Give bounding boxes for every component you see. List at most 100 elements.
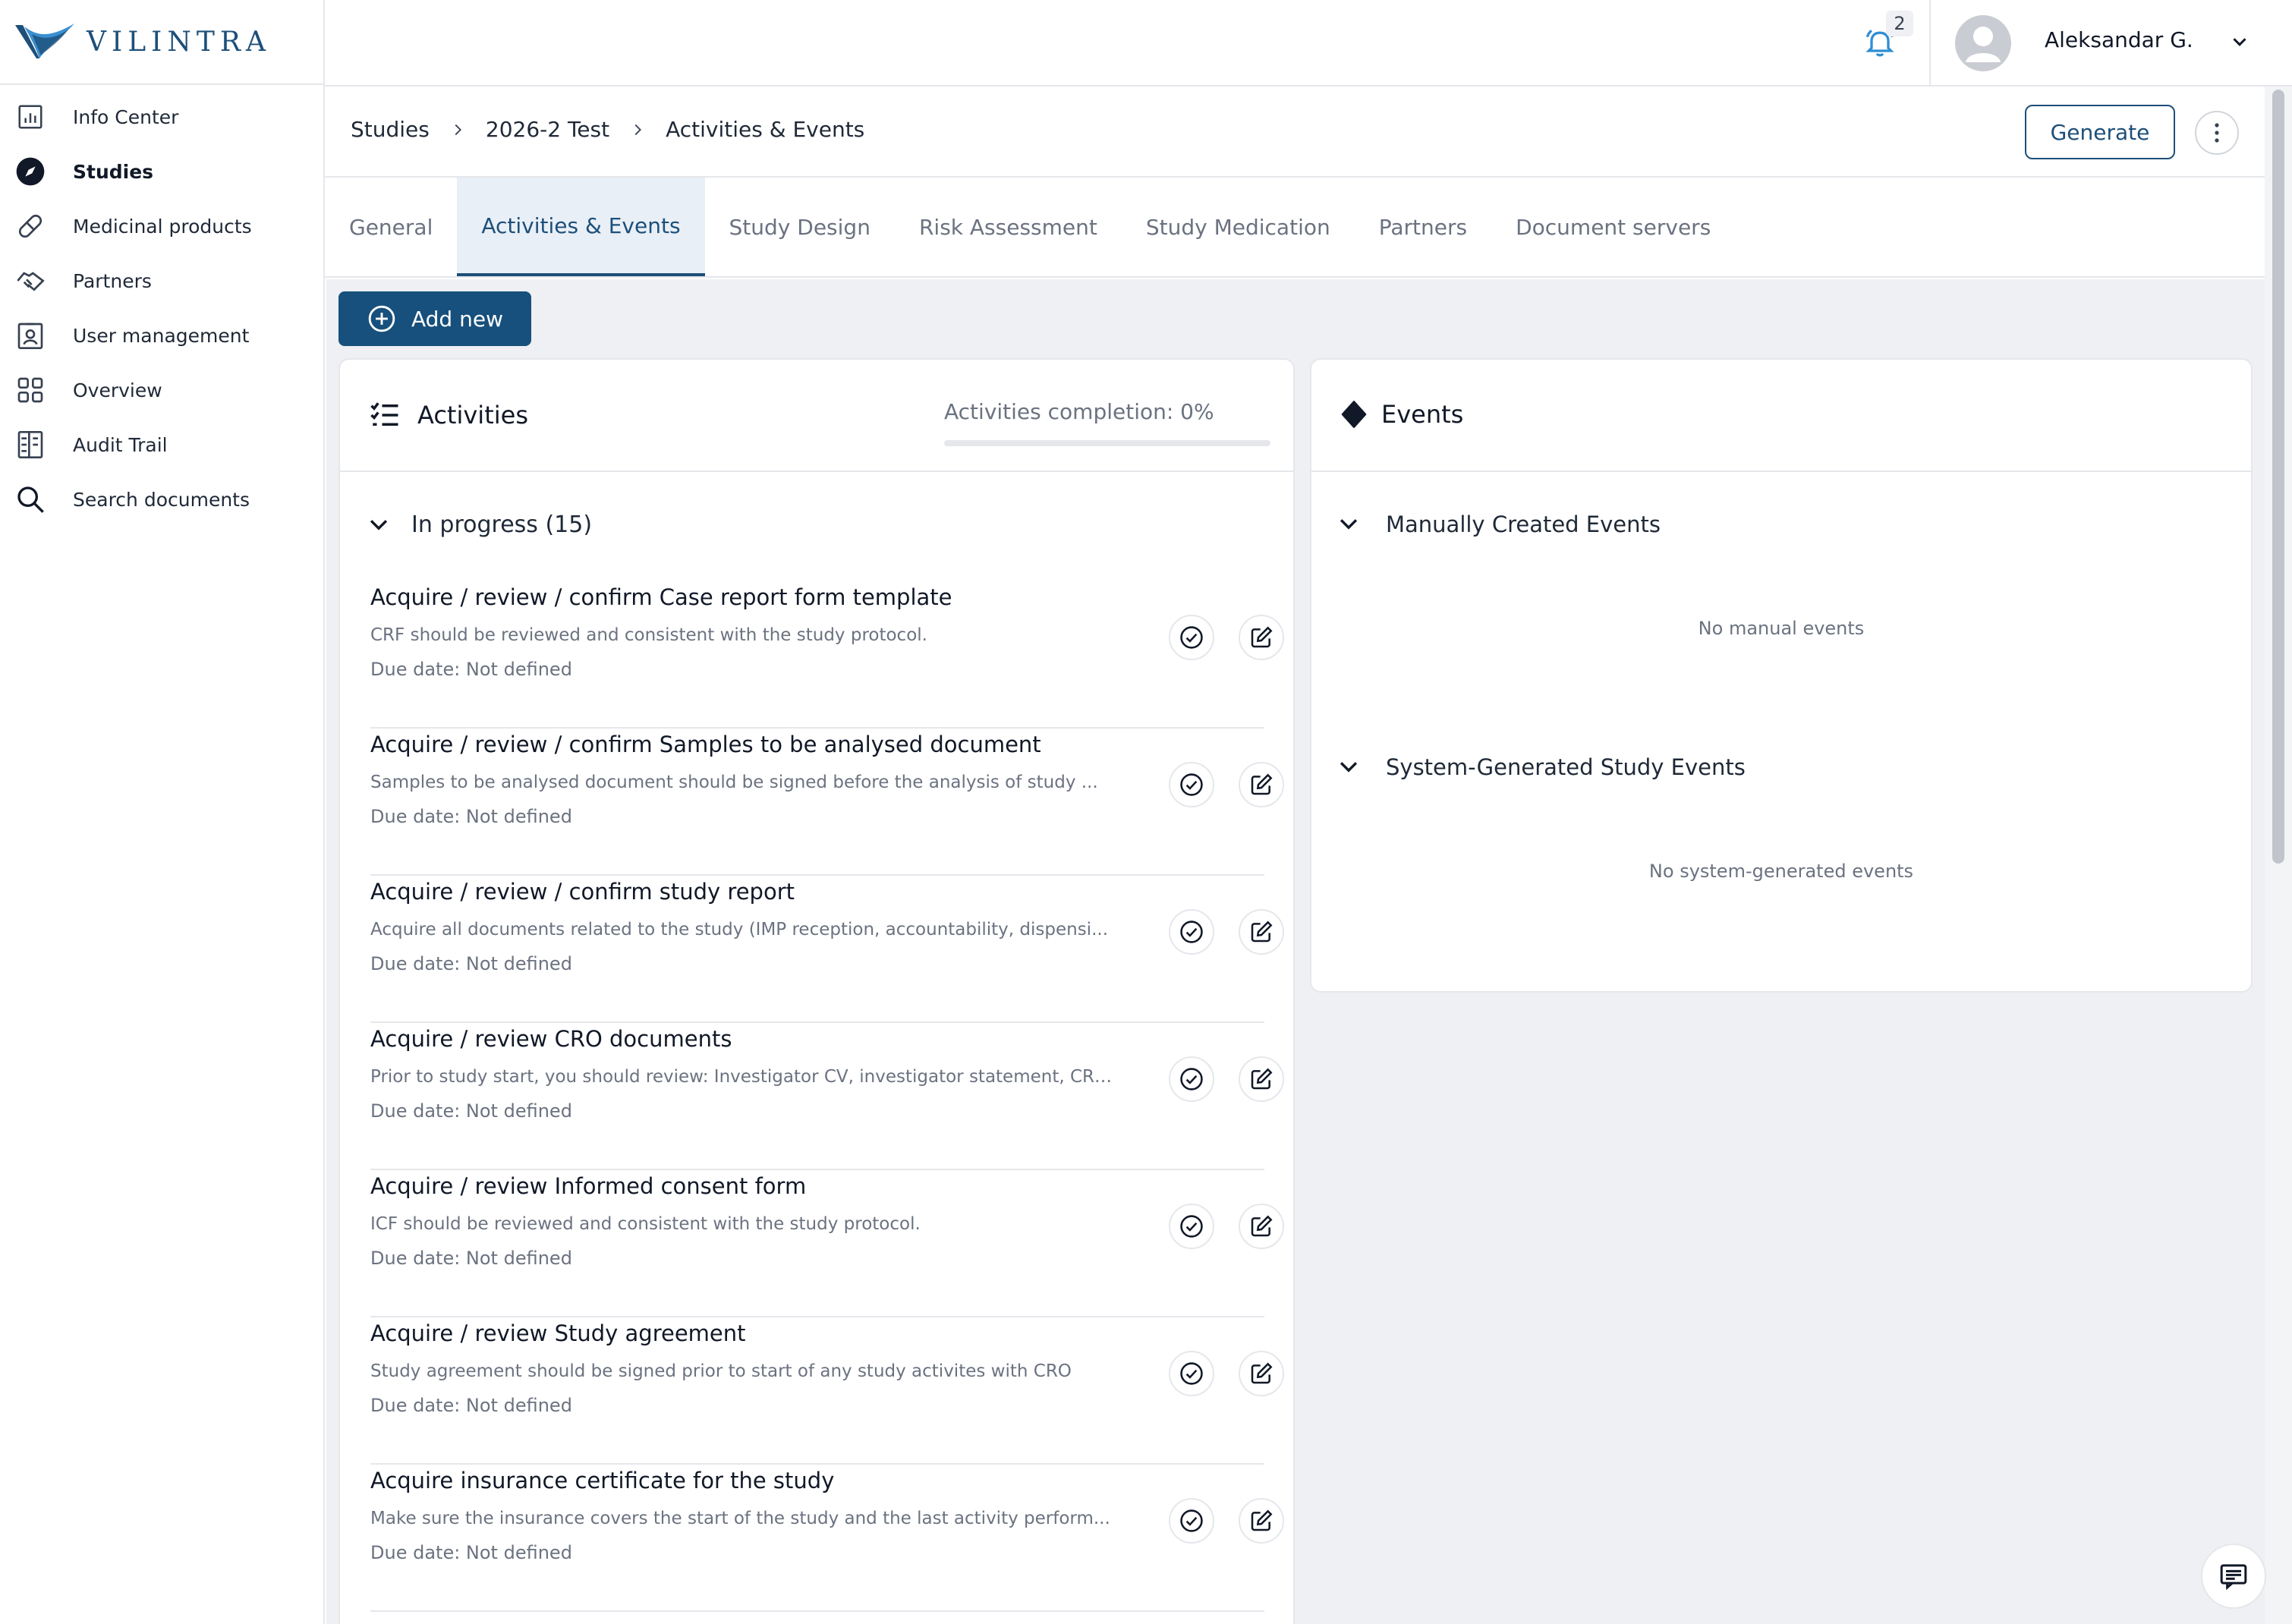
sidebar-item-medicinal-products[interactable]: Medicinal products	[0, 199, 323, 253]
tab-study-medication[interactable]: Study Medication	[1122, 178, 1355, 276]
check-circle-icon	[1180, 626, 1203, 649]
edit-activity-button[interactable]	[1239, 615, 1284, 660]
activity-description: Make sure the insurance covers the start…	[370, 1509, 1110, 1528]
events-card: Events Manually Created Events No manual…	[1310, 358, 2253, 993]
handshake-icon	[15, 266, 46, 296]
manual-events-empty: No manual events	[1698, 618, 1865, 639]
activity-item[interactable]: Acquire insurance certificate for the st…	[370, 1465, 1284, 1612]
activities-card: Activities Activities completion: 0% In …	[338, 358, 1295, 1624]
chat-button[interactable]	[2201, 1544, 2266, 1609]
chevron-right-icon	[449, 121, 466, 138]
vilintra-logo-icon	[15, 24, 74, 58]
top-bar: 2 Aleksandar G.	[325, 0, 2292, 87]
activity-due-date: Due date: Not defined	[370, 953, 572, 974]
activity-item[interactable]: Acquire / review CRO documents Prior to …	[370, 1023, 1284, 1170]
activity-item[interactable]: Acquire / review Informed consent form I…	[370, 1170, 1284, 1317]
system-events-empty: No system-generated events	[1648, 861, 1914, 882]
activity-description: ICF should be reviewed and consistent wi…	[370, 1214, 921, 1234]
more-options-button[interactable]	[2195, 111, 2239, 155]
activity-due-date: Due date: Not defined	[370, 806, 572, 827]
tab-document-servers[interactable]: Document servers	[1491, 178, 1735, 276]
system-events-toggle[interactable]: System-Generated Study Events	[1336, 754, 1746, 780]
check-circle-icon	[1180, 921, 1203, 943]
activity-item[interactable]: Acquire / review / confirm Samples to be…	[370, 729, 1284, 876]
compass-icon	[15, 156, 46, 187]
system-events-label: System-Generated Study Events	[1386, 754, 1746, 780]
complete-activity-button[interactable]	[1169, 1204, 1214, 1249]
chevron-down-icon	[1340, 762, 1358, 773]
user-name[interactable]: Aleksandar G.	[2045, 27, 2193, 52]
manual-events-toggle[interactable]: Manually Created Events	[1336, 511, 1661, 537]
sidebar-item-label: Partners	[73, 269, 152, 292]
sidebar-item-overview[interactable]: Overview	[0, 363, 323, 417]
page-scrollbar[interactable]	[2265, 87, 2292, 1624]
activity-due-date: Due date: Not defined	[370, 659, 572, 680]
checklist-icon	[370, 402, 398, 426]
sidebar-item-label: Audit Trail	[73, 433, 168, 456]
notifications-button[interactable]: 2	[1847, 0, 1913, 85]
sidebar-item-studies[interactable]: Studies	[0, 144, 323, 199]
edit-icon	[1251, 1215, 1273, 1237]
check-circle-icon	[1180, 773, 1203, 796]
add-new-button[interactable]: Add new	[338, 291, 531, 346]
tab-activities-events[interactable]: Activities & Events	[457, 178, 705, 276]
tab-study-design[interactable]: Study Design	[705, 178, 895, 276]
activity-title: Acquire / review Study agreement	[370, 1320, 746, 1346]
activities-completion-progress	[944, 440, 1270, 446]
breadcrumb-study[interactable]: 2026-2 Test	[486, 117, 609, 142]
complete-activity-button[interactable]	[1169, 615, 1214, 660]
sidebar-item-label: User management	[73, 324, 250, 347]
brand-name: VILINTRA	[87, 26, 271, 58]
activity-list: Acquire / review / confirm Case report f…	[370, 581, 1284, 1612]
breadcrumb-current: Activities & Events	[666, 117, 865, 142]
sidebar-item-search-documents[interactable]: Search documents	[0, 472, 323, 527]
edit-icon	[1251, 626, 1273, 648]
scrollbar-thumb[interactable]	[2272, 90, 2284, 864]
in-progress-toggle[interactable]: In progress (15)	[366, 511, 592, 538]
tab-risk-assessment[interactable]: Risk Assessment	[895, 178, 1122, 276]
brand-logo[interactable]: VILINTRA	[0, 0, 323, 85]
breadcrumb-studies[interactable]: Studies	[351, 117, 430, 142]
ledger-icon	[15, 430, 46, 460]
activity-description: Samples to be analysed document should b…	[370, 773, 1098, 792]
activity-description: Study agreement should be signed prior t…	[370, 1361, 1072, 1381]
chat-icon	[2220, 1564, 2247, 1591]
in-progress-label: In progress (15)	[411, 511, 593, 538]
activity-title: Acquire insurance certificate for the st…	[370, 1468, 835, 1493]
events-header: Events	[1311, 360, 2251, 472]
sidebar: VILINTRA Info Center Studies Medicinal p…	[0, 0, 325, 1624]
tab-general[interactable]: General	[325, 178, 457, 276]
sidebar-item-label: Studies	[73, 160, 154, 183]
complete-activity-button[interactable]	[1169, 1498, 1214, 1544]
edit-activity-button[interactable]	[1239, 1351, 1284, 1396]
sidebar-item-audit-trail[interactable]: Audit Trail	[0, 417, 323, 472]
activity-due-date: Due date: Not defined	[370, 1542, 572, 1563]
edit-activity-button[interactable]	[1239, 1498, 1284, 1544]
plus-circle-icon	[368, 305, 395, 332]
sidebar-item-partners[interactable]: Partners	[0, 253, 323, 308]
generate-button[interactable]: Generate	[2025, 105, 2175, 159]
sidebar-item-label: Overview	[73, 379, 162, 401]
complete-activity-button[interactable]	[1169, 909, 1214, 955]
edit-activity-button[interactable]	[1239, 909, 1284, 955]
activity-item[interactable]: Acquire / review / confirm study report …	[370, 876, 1284, 1023]
activity-title: Acquire / review / confirm Samples to be…	[370, 732, 1041, 757]
complete-activity-button[interactable]	[1169, 1351, 1214, 1396]
avatar[interactable]	[1955, 15, 2011, 71]
check-circle-icon	[1180, 1215, 1203, 1238]
edit-activity-button[interactable]	[1239, 762, 1284, 807]
breadcrumb: Studies 2026-2 Test Activities & Events	[351, 117, 864, 142]
edit-activity-button[interactable]	[1239, 1056, 1284, 1102]
chevron-down-icon[interactable]	[2228, 30, 2251, 56]
tab-partners[interactable]: Partners	[1355, 178, 1491, 276]
add-new-label: Add new	[411, 306, 503, 332]
chevron-right-icon	[629, 121, 646, 138]
sidebar-item-user-management[interactable]: User management	[0, 308, 323, 363]
sidebar-item-info-center[interactable]: Info Center	[0, 90, 323, 144]
activity-item[interactable]: Acquire / review Study agreement Study a…	[370, 1317, 1284, 1465]
complete-activity-button[interactable]	[1169, 762, 1214, 807]
complete-activity-button[interactable]	[1169, 1056, 1214, 1102]
edit-activity-button[interactable]	[1239, 1204, 1284, 1249]
activity-item[interactable]: Acquire / review / confirm Case report f…	[370, 581, 1284, 729]
activity-description: Prior to study start, you should review:…	[370, 1067, 1122, 1087]
